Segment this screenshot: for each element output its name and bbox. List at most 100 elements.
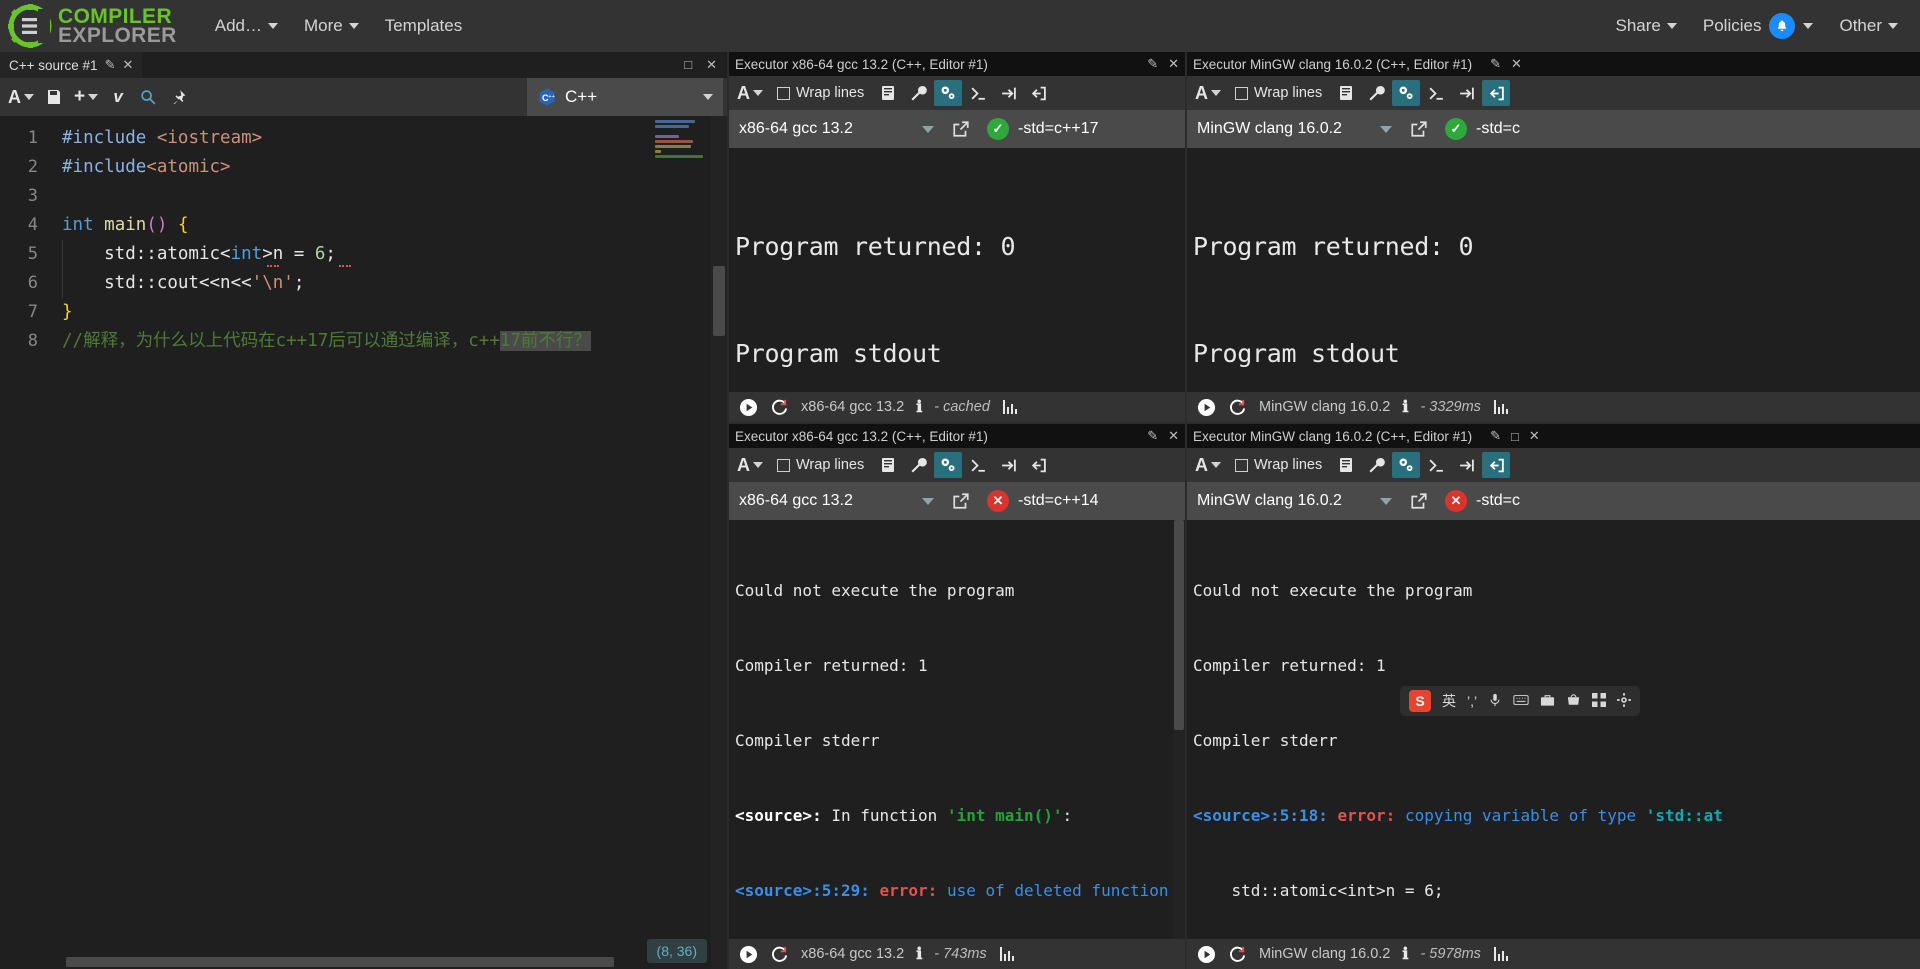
pane-title-bar[interactable]: Executor x86-64 gcc 13.2 (C++, Editor #1… — [729, 52, 1185, 76]
wrench-icon[interactable] — [904, 80, 932, 106]
keyboard-icon[interactable] — [1513, 693, 1529, 710]
open-in-new-window-icon[interactable] — [1402, 482, 1436, 520]
output-vertical-scroll-thumb[interactable] — [1174, 520, 1184, 730]
wrap-lines-checkbox[interactable]: Wrap lines — [769, 80, 872, 106]
font-size-button[interactable]: A — [733, 452, 767, 478]
arg-input-icon[interactable] — [1452, 80, 1480, 106]
code-line[interactable]: 8 //解释，为什么以上代码在c++17后可以通过编译，c++17前不行？ — [0, 327, 727, 356]
compiler-options-icon[interactable] — [934, 452, 963, 478]
compiler-options-text[interactable]: -std=c — [1476, 482, 1920, 520]
output-stats-icon[interactable] — [1002, 399, 1018, 415]
code-line[interactable]: 2 #include<atomic> — [0, 153, 727, 182]
vim-mode-icon[interactable]: v — [104, 84, 132, 110]
info-icon[interactable]: ℹ — [1402, 397, 1408, 417]
font-size-button[interactable]: A — [1191, 80, 1225, 106]
arg-input-icon[interactable] — [994, 80, 1022, 106]
code-editor[interactable]: 1 #include <iostream> 2 #include<atomic> 3 4 i… — [0, 116, 727, 969]
terminal-icon[interactable] — [1422, 80, 1450, 106]
code-line[interactable]: 7} — [0, 298, 727, 327]
wrench-icon[interactable] — [1362, 80, 1390, 106]
open-in-new-window-icon[interactable] — [1402, 110, 1436, 148]
editor-horizontal-scroll-thumb[interactable] — [66, 957, 614, 967]
info-icon[interactable]: ℹ — [916, 397, 922, 417]
terminal-icon[interactable] — [1422, 452, 1450, 478]
notification-bell-icon[interactable] — [1769, 13, 1796, 39]
wrap-lines-checkbox[interactable]: Wrap lines — [1227, 452, 1330, 478]
edit-pencil-icon[interactable]: ✎ — [1147, 56, 1158, 72]
font-size-button[interactable]: A — [1191, 452, 1225, 478]
output-stats-icon[interactable] — [1493, 946, 1509, 962]
pane-title-bar[interactable]: Executor MinGW clang 16.0.2 (C++, Editor… — [1187, 52, 1920, 76]
stdin-icon[interactable] — [1482, 80, 1511, 106]
compiler-selector[interactable]: MinGW clang 16.0.2 — [1187, 110, 1402, 148]
run-icon[interactable] — [1197, 945, 1216, 964]
close-icon[interactable]: ✕ — [1168, 56, 1179, 72]
edit-pencil-icon[interactable]: ✎ — [1147, 428, 1158, 444]
edit-pencil-icon[interactable]: ✎ — [1490, 56, 1501, 72]
edit-pencil-icon[interactable]: ✎ — [1490, 428, 1501, 444]
open-in-new-window-icon[interactable] — [944, 482, 978, 520]
compiler-options-icon[interactable] — [1392, 80, 1421, 106]
editor-tab-cpp-source-1[interactable]: C++ source #1 ✎ ✕ — [0, 52, 143, 78]
add-dropdown-button[interactable]: + — [70, 84, 102, 110]
ime-mode-label[interactable]: 英 — [1442, 691, 1456, 711]
compiler-options-icon[interactable] — [934, 80, 963, 106]
output-vertical-scrollbar[interactable] — [1173, 520, 1185, 964]
pane-title-bar[interactable]: Executor x86-64 gcc 13.2 (C++, Editor #1… — [729, 424, 1185, 448]
close-icon[interactable]: ✕ — [1168, 428, 1179, 444]
wrap-lines-checkbox[interactable]: Wrap lines — [1227, 80, 1330, 106]
font-size-button[interactable]: A — [4, 84, 38, 110]
stdin-icon[interactable] — [1024, 80, 1052, 106]
run-icon[interactable] — [739, 945, 758, 964]
toolbox-icon[interactable] — [1540, 693, 1555, 710]
reload-icon[interactable] — [770, 945, 789, 964]
nav-item-policies[interactable]: Policies — [1691, 5, 1826, 47]
code-line[interactable]: 6 std::cout<<n<<'\n'; — [0, 269, 727, 298]
terminal-icon[interactable] — [964, 80, 992, 106]
maximize-icon[interactable]: □ — [1511, 429, 1519, 444]
editor-horizontal-scrollbar[interactable] — [52, 955, 637, 969]
libraries-icon[interactable] — [874, 80, 902, 106]
reload-icon[interactable] — [1228, 398, 1247, 417]
ime-punctuation-toggle[interactable]: ’,’ — [1467, 693, 1477, 709]
editor-vertical-scrollbar[interactable] — [711, 116, 727, 969]
nav-item-templates[interactable]: Templates — [373, 8, 474, 44]
compiler-options-text[interactable]: -std=c — [1476, 110, 1920, 148]
terminal-icon[interactable] — [964, 452, 992, 478]
wrench-icon[interactable] — [904, 452, 932, 478]
brand-logo-group[interactable]: COMPILER EXPLORER — [0, 4, 177, 48]
font-size-button[interactable]: A — [733, 80, 767, 106]
info-icon[interactable]: ℹ — [916, 944, 922, 964]
close-pane-icon[interactable]: ✕ — [706, 57, 717, 73]
open-in-new-window-icon[interactable] — [944, 110, 978, 148]
code-line[interactable]: 4 int main() { — [0, 211, 727, 240]
run-icon[interactable] — [739, 398, 758, 417]
reload-icon[interactable] — [770, 398, 789, 417]
wrench-icon[interactable] — [1362, 452, 1390, 478]
nav-item-other[interactable]: Other — [1827, 8, 1910, 44]
close-icon[interactable]: ✕ — [1511, 56, 1522, 72]
code-line[interactable]: 5 std::atomic<int>n = 6; — [0, 240, 727, 269]
nav-item-more[interactable]: More — [292, 8, 371, 44]
nav-item-share[interactable]: Share — [1604, 8, 1689, 44]
code-line[interactable]: 3 — [0, 182, 727, 211]
edit-pencil-icon[interactable]: ✎ — [105, 57, 116, 73]
apps-icon[interactable] — [1592, 692, 1607, 710]
libraries-icon[interactable] — [874, 452, 902, 478]
wrap-lines-checkbox[interactable]: Wrap lines — [769, 452, 872, 478]
output-stats-icon[interactable] — [1493, 399, 1509, 415]
pin-icon[interactable] — [164, 84, 192, 110]
compiler-options-text[interactable]: -std=c++14 — [1018, 482, 1185, 520]
save-icon[interactable] — [40, 84, 68, 110]
compiler-options-icon[interactable] — [1392, 452, 1421, 478]
info-icon[interactable]: ℹ — [1402, 944, 1408, 964]
gear-icon[interactable] — [1617, 692, 1632, 710]
mic-icon[interactable] — [1488, 693, 1502, 710]
libraries-icon[interactable] — [1332, 80, 1360, 106]
reload-icon[interactable] — [1228, 945, 1247, 964]
editor-vertical-scroll-thumb[interactable] — [713, 266, 725, 336]
libraries-icon[interactable] — [1332, 452, 1360, 478]
arg-input-icon[interactable] — [1452, 452, 1480, 478]
language-selector[interactable]: C ++ C++ — [527, 78, 723, 116]
sogou-logo-icon[interactable]: S — [1409, 690, 1431, 712]
